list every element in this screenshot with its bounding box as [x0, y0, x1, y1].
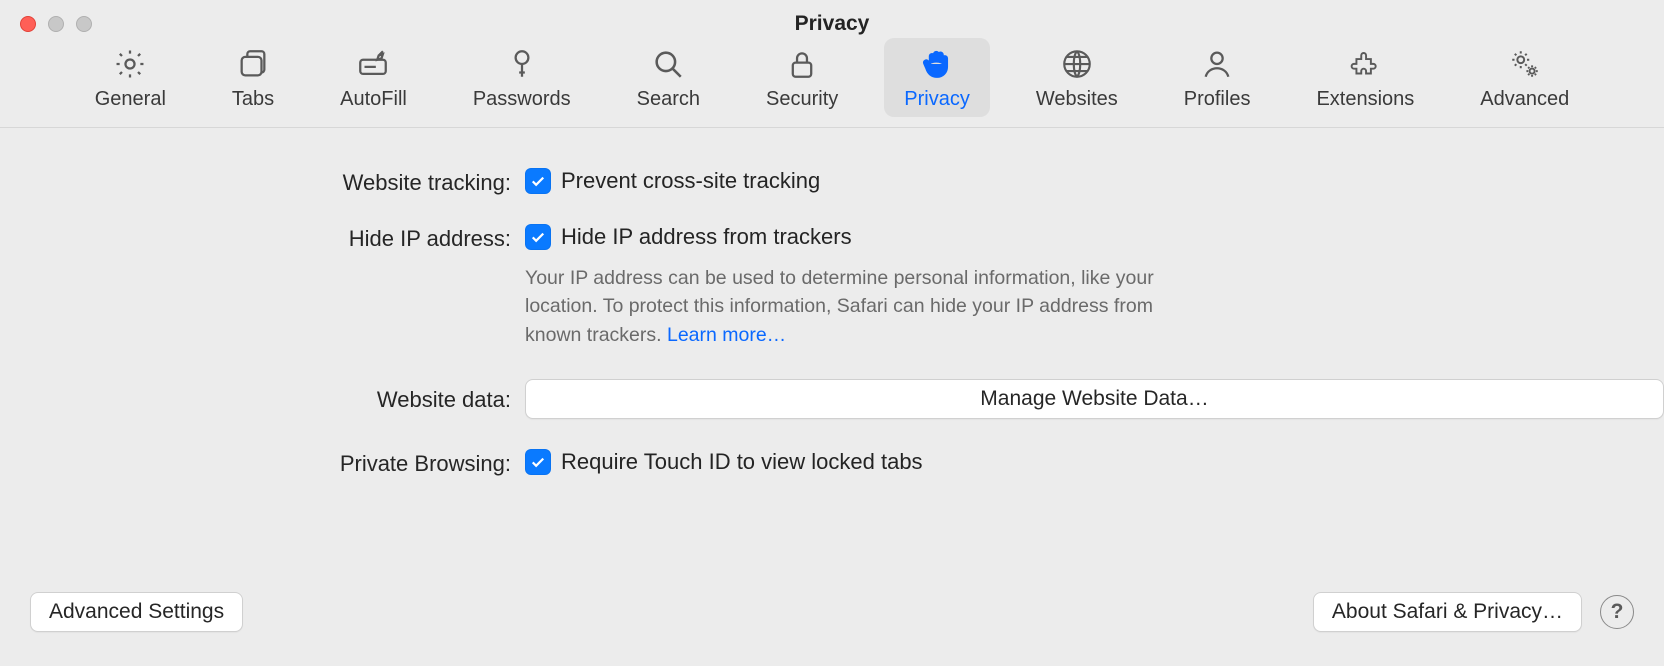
tab-label: Advanced [1480, 88, 1569, 111]
tab-label: Tabs [232, 88, 274, 111]
tab-extensions[interactable]: Extensions [1296, 38, 1434, 117]
tab-label: Extensions [1316, 88, 1414, 111]
search-icon [650, 46, 686, 82]
lock-icon [784, 46, 820, 82]
tab-security[interactable]: Security [746, 38, 858, 117]
tab-label: Privacy [904, 88, 970, 111]
gears-icon [1507, 46, 1543, 82]
globe-icon [1059, 46, 1095, 82]
row-website-data: Website data: Manage Website Data… [0, 379, 1664, 419]
checkbox-label: Hide IP address from trackers [561, 224, 852, 250]
tab-label: Security [766, 88, 838, 111]
help-button[interactable]: ? [1600, 595, 1634, 629]
titlebar: Privacy [0, 0, 1664, 38]
checkbox-icon [525, 224, 551, 250]
gear-icon [112, 46, 148, 82]
help-text-body: Your IP address can be used to determine… [525, 267, 1154, 346]
require-touchid-checkbox[interactable]: Require Touch ID to view locked tabs [525, 449, 1664, 475]
tab-passwords[interactable]: Passwords [453, 38, 591, 117]
footer: Advanced Settings About Safari & Privacy… [0, 592, 1664, 632]
checkbox-label: Prevent cross-site tracking [561, 168, 820, 194]
window-title: Privacy [0, 12, 1664, 36]
row-hide-ip: Hide IP address: Hide IP address from tr… [0, 224, 1664, 349]
preferences-toolbar: General Tabs AutoFill Passwords Search S… [0, 38, 1664, 128]
row-label: Private Browsing: [0, 449, 525, 477]
content-area: Website tracking: Prevent cross-site tra… [0, 128, 1664, 477]
row-website-tracking: Website tracking: Prevent cross-site tra… [0, 168, 1664, 196]
tab-privacy[interactable]: Privacy [884, 38, 990, 117]
row-label: Website data: [0, 385, 525, 413]
tab-label: General [95, 88, 166, 111]
tabs-icon [235, 46, 271, 82]
tab-autofill[interactable]: AutoFill [320, 38, 427, 117]
tab-profiles[interactable]: Profiles [1164, 38, 1271, 117]
about-safari-privacy-button[interactable]: About Safari & Privacy… [1313, 592, 1582, 632]
puzzle-icon [1347, 46, 1383, 82]
tab-label: Passwords [473, 88, 571, 111]
tab-label: Search [637, 88, 700, 111]
hide-ip-checkbox[interactable]: Hide IP address from trackers [525, 224, 1664, 250]
prevent-cross-site-checkbox[interactable]: Prevent cross-site tracking [525, 168, 1664, 194]
tab-websites[interactable]: Websites [1016, 38, 1138, 117]
tab-label: Profiles [1184, 88, 1251, 111]
tab-general[interactable]: General [75, 38, 186, 117]
row-label: Website tracking: [0, 168, 525, 196]
row-private-browsing: Private Browsing: Require Touch ID to vi… [0, 449, 1664, 477]
manage-website-data-button[interactable]: Manage Website Data… [525, 379, 1664, 419]
checkbox-icon [525, 449, 551, 475]
tab-tabs[interactable]: Tabs [212, 38, 294, 117]
learn-more-link[interactable]: Learn more… [667, 324, 786, 346]
tab-advanced[interactable]: Advanced [1460, 38, 1589, 117]
tab-label: AutoFill [340, 88, 407, 111]
tab-search[interactable]: Search [617, 38, 720, 117]
advanced-settings-button[interactable]: Advanced Settings [30, 592, 243, 632]
key-icon [504, 46, 540, 82]
checkbox-icon [525, 168, 551, 194]
row-label: Hide IP address: [0, 224, 525, 252]
hand-icon [919, 46, 955, 82]
person-icon [1199, 46, 1235, 82]
checkbox-label: Require Touch ID to view locked tabs [561, 449, 923, 475]
hide-ip-help-text: Your IP address can be used to determine… [525, 264, 1185, 349]
autofill-icon [355, 46, 391, 82]
tab-label: Websites [1036, 88, 1118, 111]
